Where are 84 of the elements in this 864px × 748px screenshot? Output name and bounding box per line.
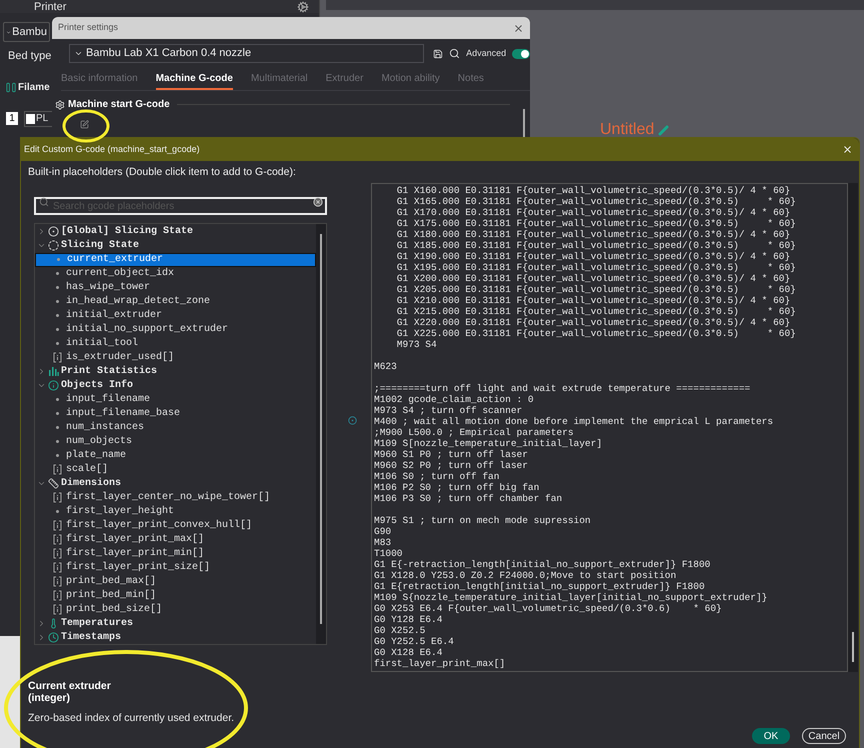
array-icon	[53, 562, 62, 574]
ruler-icon	[48, 478, 59, 490]
tree-item[interactable]: num_objects	[35, 434, 316, 449]
advanced-toggle[interactable]	[512, 48, 530, 58]
search-icon[interactable]	[449, 48, 460, 59]
tree-item[interactable]: scale[]	[35, 462, 316, 477]
tree-item[interactable]: input_filename	[35, 392, 316, 407]
pencil-icon	[658, 124, 670, 136]
scrollbar[interactable]	[320, 234, 322, 624]
hint-text: Built-in placeholders (Double click item to add to G-code):	[28, 165, 297, 180]
array-icon	[53, 534, 62, 546]
array-icon	[53, 576, 62, 588]
ok-button[interactable]: OK	[752, 728, 790, 744]
tree-item[interactable]: initial_tool	[35, 336, 316, 351]
panel-title: Printer	[34, 0, 66, 12]
cancel-button[interactable]: Cancel	[802, 728, 846, 744]
tree-item[interactable]: is_extruder_used[]	[35, 350, 316, 365]
array-icon	[53, 548, 62, 560]
filament-index: 1	[6, 112, 18, 125]
tree-item[interactable]: input_filename_base	[35, 406, 316, 421]
advanced-label: Advanced	[466, 46, 506, 60]
save-icon[interactable]	[433, 48, 444, 58]
gear-icon	[55, 100, 65, 110]
clear-icon[interactable]	[313, 196, 323, 207]
tree-group[interactable]: Print Statistics	[35, 364, 316, 379]
tree-item[interactable]: initial_no_support_extruder	[35, 322, 316, 337]
tree-group[interactable]: [Global] Slicing State	[35, 224, 316, 239]
splitter-handle-icon[interactable]	[348, 416, 357, 425]
spool-icon	[6, 82, 16, 92]
color-swatch-icon	[26, 114, 35, 124]
tree-group[interactable]: Objects Info	[35, 378, 316, 393]
dialog-title: Edit Custom G-code (machine_start_gcode)	[24, 142, 200, 156]
tab[interactable]: Machine G-code	[156, 71, 233, 90]
info-icon	[48, 380, 59, 392]
array-icon	[53, 352, 62, 364]
tree-item[interactable]: current_object_idx	[35, 266, 316, 281]
window-title: Printer settings	[58, 21, 118, 34]
preset-dropdown[interactable]: Bambu Lab X1 Carbon 0.4 nozzle	[69, 44, 424, 63]
close-icon[interactable]	[842, 144, 853, 155]
tree-group[interactable]: Temperatures	[35, 616, 316, 631]
tree-item[interactable]: first_layer_print_size[]	[35, 560, 316, 575]
preset-dropdown[interactable]: Bambu	[3, 22, 50, 42]
description-text: Zero-based index of currently used extruder.	[28, 712, 234, 724]
tree-item[interactable]: print_bed_min[]	[35, 588, 316, 603]
tree-item[interactable]: print_bed_size[]	[35, 602, 316, 617]
close-icon[interactable]	[513, 22, 524, 34]
description-title: Current extruder	[28, 680, 111, 692]
scrollbar[interactable]	[852, 632, 854, 662]
tree-item[interactable]: print_bed_max[]	[35, 574, 316, 589]
tree-item[interactable]: current_extruder	[35, 252, 316, 267]
array-icon	[53, 590, 62, 602]
tree-item[interactable]: plate_name	[35, 448, 316, 463]
array-icon	[53, 464, 62, 476]
tree-item[interactable]: first_layer_center_no_wipe_tower[]	[35, 490, 316, 505]
filament-heading: Filame	[18, 80, 50, 94]
gcode-text: G1 X160.000 E0.31181 F{outer_wall_volumetric_speed/(0.3*0.5)/ 4 * 60} G1 X165.000 E0.31181 F{outer_wall_volumetric_speed/(0.3*0.5) * 60} G1 X170.000 E0.31181 F{outer_wall_volumetric_speed/(0.3*0.5)/ 4 * 60} G1 X175.000 E0.31181 F{outer_wall_volumetric_speed/(0.3*0.5) * 60} G1 X180.000 E0.31181 F{outer_wall_volumetric_speed/(0.3*0.5)/ 4 * 60} G1 X185.000 E0.31181 F{outer_wall_volumetric_speed/(0.3*0.5) * 60} G1 X190.000 E0.31181 F{outer_wall_volumetric_speed/(0.3*0.5)/ 4 * 60} G1 X195.000 E0.31181 F{outer_wall_volumetric_speed/(0.3*0.5) * 60} G1 X200.000 E0.31181 F{outer_wall_volumetric_speed/(0.3*0.5)/ 4 * 60} G1 X205.000 E0.31181 F{outer_wall_volumetric_speed/(0.3*0.5) * 60} G1 X210.000 E0.31181 F{outer_wall_volumetric_speed/(0.3*0.5)/ 4 * 60} G1 X215.000 E0.31181 F{outer_wall_volumetric_speed/(0.3*0.5) * 60} G1 X220.000 E0.31181 F{outer_wall_volumetric_speed/(0.3*0.5)/ 4 * 60} G1 X225.000 E0.31181 F{outer_wall_volumetric_speed/(0.3*0.5) * 60} M973 S4 M623 ;========turn off light and wait extrude temperature ============= M1002 gcode_claim_action : 0 M973 S4 ; turn off scanner M400 ; wait all motion done before implement the emprical L parameters ;M900 L500.0 ; Empirical parameters M109 S[nozzle_temperature_initial_layer] M960 S1 P0 ; turn off laser M960 S2 P0 ; turn off laser M106 S0 ; turn off fan M106 P2 S0 ; turn off big fan M106 P3 S0 ; turn off chamber fan M975 S1 ; turn on mech mode supression G90 M83 T1000 G1 E{-retraction_length[initial_no_support_extruder]} F1800 G1 X128.0 Y253.0 Z0.2 F24000.0;Move to start position G1 E{retraction_length[initial_no_support_extruder]} F1800 M109 S{nozzle_temperature_initial_layer[initial_no_support_extruder]} G0 X253 E6.4 F{outer_wall_volumetric_speed/(0.3*0.6) * 60} G0 Y128 E6.4 G0 X252.5 G0 Y252.5 E6.4 G0 X128 E6.4 first_layer_print_max[]	[373, 184, 797, 669]
tree-item[interactable]: first_layer_print_max[]	[35, 532, 316, 547]
tree-item[interactable]: in_head_wrap_detect_zone	[35, 294, 316, 309]
target-icon	[48, 226, 59, 238]
chevron-icon	[74, 49, 83, 58]
gear-icon	[297, 0, 309, 12]
bed-type-label: Bed type	[8, 49, 52, 64]
description-type: (integer)	[28, 692, 70, 704]
plate-title: Untitled	[600, 122, 654, 138]
tree-group[interactable]: Dimensions	[35, 476, 316, 491]
tree-item[interactable]: initial_extruder	[35, 308, 316, 323]
filament-name: PL	[36, 112, 48, 126]
tree-group[interactable]: Slicing State	[35, 238, 316, 253]
tree-item[interactable]: has_wipe_tower	[35, 280, 316, 295]
array-icon	[53, 492, 62, 504]
circle-icon	[48, 240, 59, 252]
array-icon	[53, 604, 62, 616]
bar-chart-icon	[48, 366, 59, 378]
array-icon	[53, 520, 62, 532]
tree-item[interactable]: first_layer_print_convex_hull[]	[35, 518, 316, 533]
tree-item[interactable]: num_instances	[35, 420, 316, 435]
section-title: Machine start G-code	[68, 98, 170, 112]
highlight-ellipse	[62, 110, 110, 142]
edit-icon[interactable]	[80, 120, 89, 129]
tree-group[interactable]: Timestamps	[35, 630, 316, 644]
clock-icon	[48, 632, 59, 644]
tree-item[interactable]: first_layer_height	[35, 504, 316, 519]
search-icon	[39, 196, 49, 207]
tree-item[interactable]: first_layer_print_min[]	[35, 546, 316, 561]
